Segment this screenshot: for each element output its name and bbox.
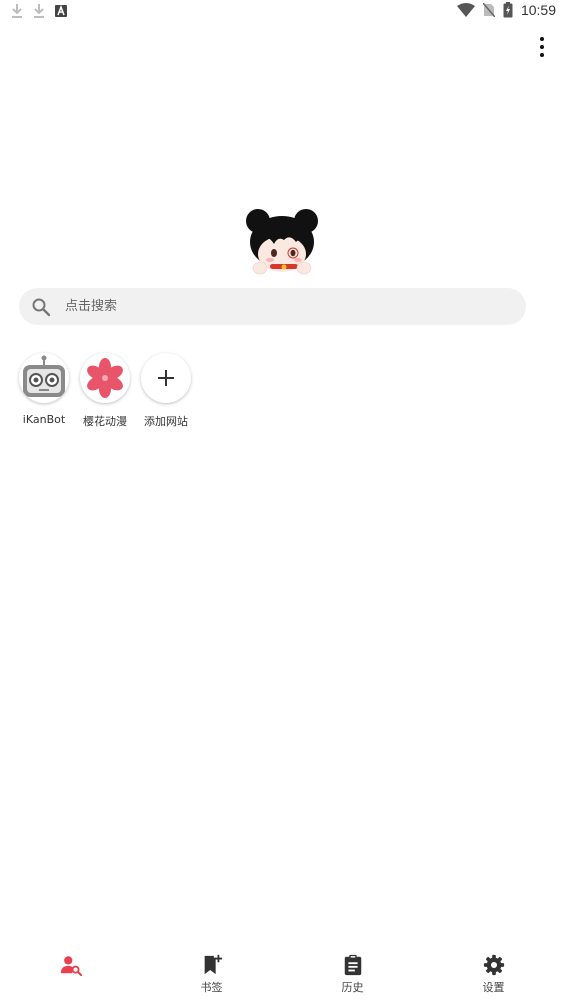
robot-icon xyxy=(23,355,65,397)
shortcut-add-icon-wrap xyxy=(141,353,191,403)
nav-label: 历史 xyxy=(341,981,364,994)
nav-label: 书签 xyxy=(200,981,223,994)
shortcut-label: 樱花动漫 xyxy=(83,415,127,428)
search-input[interactable] xyxy=(65,288,505,325)
status-bar: 10:59 xyxy=(0,0,564,24)
shortcut-sakura-icon-wrap xyxy=(80,353,130,403)
search-icon xyxy=(32,298,51,317)
site-shortcuts: iKanBot 樱花动漫 添加网站 xyxy=(14,353,197,429)
battery-charging-icon xyxy=(503,2,513,18)
nav-label: 设置 xyxy=(482,981,505,994)
nav-item-history[interactable]: 历史 xyxy=(282,946,423,1002)
nav-item-search[interactable] xyxy=(0,946,141,1002)
no-sim-icon xyxy=(482,3,495,17)
nav-item-bookmarks[interactable]: 书签 xyxy=(141,946,282,1002)
sakura-flower-icon xyxy=(87,358,123,398)
shortcut-label: iKanBot xyxy=(22,413,66,426)
person-search-icon xyxy=(60,956,82,976)
shortcut-label: 添加网站 xyxy=(144,415,188,428)
shortcut-sakura[interactable]: 樱花动漫 xyxy=(75,353,135,429)
shortcut-add-site[interactable]: 添加网站 xyxy=(136,353,196,429)
download-icon xyxy=(34,4,44,18)
bottom-navigation: 书签 历史 设置 xyxy=(0,946,564,1002)
status-system: 10:59 xyxy=(456,2,556,18)
shortcut-ikanbot-icon-wrap xyxy=(19,353,69,403)
bookmark-add-icon xyxy=(204,954,222,975)
wifi-icon xyxy=(456,3,475,17)
status-notifications xyxy=(10,3,68,19)
plus-icon xyxy=(158,370,174,386)
search-bar[interactable] xyxy=(19,288,526,325)
mascot-logo xyxy=(246,209,318,275)
more-vert-icon xyxy=(540,37,544,41)
app-a-icon xyxy=(55,4,67,17)
more-menu-button[interactable] xyxy=(530,36,554,58)
clipboard-history-icon xyxy=(344,954,361,976)
gear-icon xyxy=(483,954,504,976)
status-clock: 10:59 xyxy=(520,2,556,18)
nav-item-settings[interactable]: 设置 xyxy=(423,946,564,1002)
shortcut-ikanbot[interactable]: iKanBot xyxy=(14,353,74,429)
download-icon xyxy=(12,4,22,18)
